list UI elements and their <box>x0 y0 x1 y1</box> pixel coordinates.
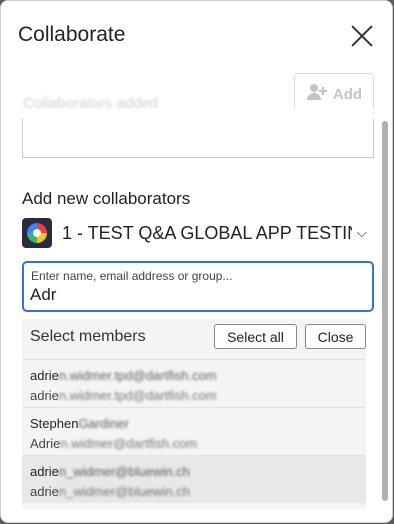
scrollbar[interactable] <box>382 121 388 501</box>
add-user-icon <box>306 83 328 105</box>
add-label: Add <box>332 85 363 103</box>
close-icon[interactable] <box>347 21 377 51</box>
select-all-button[interactable]: Select all <box>214 324 297 349</box>
dialog-title: Collaborate <box>18 23 126 46</box>
group-name: 1 - TEST Q&A GLOBAL APP TESTIN... <box>62 222 352 243</box>
app-logo-icon <box>22 218 52 248</box>
members-panel: Select members Select all Close adrien.w… <box>22 319 366 509</box>
member-item[interactable]: StephenGardiner Adrien.widmer@dartfish.c… <box>22 407 366 455</box>
collaborate-dialog: Collaborate Collaborators added Add Add … <box>0 0 393 523</box>
search-field[interactable]: Enter name, email address or group... <box>22 261 374 312</box>
search-field-label: Enter name, email address or group... <box>31 269 233 283</box>
add-new-collaborators-heading: Add new collaborators <box>22 189 191 208</box>
members-title: Select members <box>30 328 146 345</box>
collaborators-list <box>22 119 374 158</box>
search-input[interactable] <box>30 285 360 305</box>
chevron-down-icon: ⌵ <box>357 225 367 240</box>
member-item[interactable]: adrien.widmer.tpd@dartfish.com adrien.wi… <box>22 359 366 407</box>
member-item[interactable]: adrien_widmer@bluewin.ch adrien_widmer@b… <box>22 455 366 503</box>
close-members-button[interactable]: Close <box>305 324 366 349</box>
group-selector[interactable]: 1 - TEST Q&A GLOBAL APP TESTIN... ⌵ <box>22 217 374 249</box>
